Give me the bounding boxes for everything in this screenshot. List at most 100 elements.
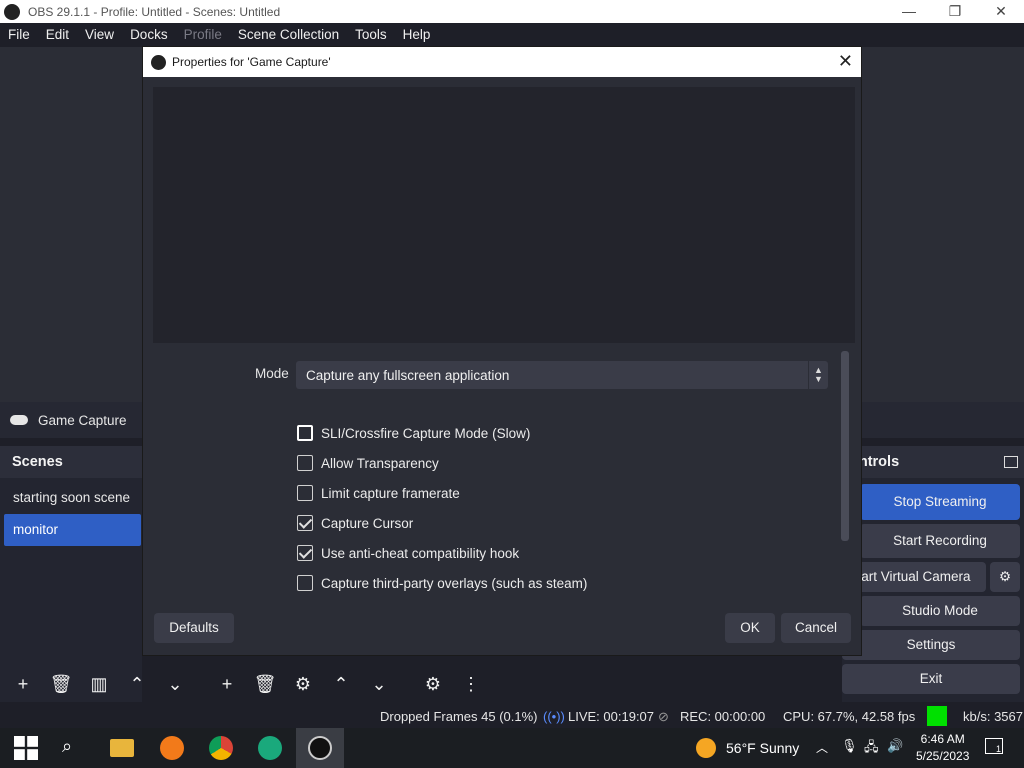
menu-bar: File Edit View Docks Profile Scene Colle… bbox=[0, 23, 1024, 47]
checkbox-label: Limit capture framerate bbox=[321, 485, 460, 501]
microphone-icon[interactable]: 🎙 bbox=[841, 738, 858, 754]
ok-button[interactable]: OK bbox=[725, 613, 775, 643]
mode-select[interactable]: Capture any fullscreen application ▲ ▼ bbox=[296, 361, 828, 389]
source-preview bbox=[153, 87, 855, 343]
windows-start-icon[interactable] bbox=[14, 736, 38, 760]
file-explorer-icon[interactable] bbox=[110, 739, 134, 757]
virtual-camera-settings-gear-icon[interactable]: ⚙ bbox=[990, 562, 1020, 592]
checkbox-allow-transparency[interactable]: Allow Transparency bbox=[297, 455, 439, 471]
volume-icon[interactable]: 🔊 bbox=[887, 738, 903, 754]
menu-help[interactable]: Help bbox=[395, 23, 439, 47]
settings-button[interactable]: Settings bbox=[842, 630, 1020, 660]
cancel-button[interactable]: Cancel bbox=[781, 613, 851, 643]
properties-scrollbar[interactable] bbox=[841, 351, 849, 541]
stop-streaming-button[interactable]: Stop Streaming bbox=[860, 484, 1020, 520]
start-recording-button[interactable]: Start Recording bbox=[860, 524, 1020, 558]
checkbox-box[interactable] bbox=[297, 485, 313, 501]
scenes-toolbar: + 🗑 ▥ ⌃ ⌄ bbox=[4, 668, 194, 700]
windows-taskbar: ⌕ 56°F Sunny ︿ 🎙 🖧 🔊 6:46 AM 5/25/2023 1 bbox=[0, 728, 1024, 768]
firefox-icon[interactable] bbox=[160, 736, 184, 760]
undock-icon[interactable] bbox=[1004, 456, 1018, 468]
minimize-button[interactable]: — bbox=[886, 0, 932, 23]
checkbox-label: Capture Cursor bbox=[321, 515, 414, 531]
status-bar: Dropped Frames 45 (0.1%) ((•)) LIVE: 00:… bbox=[0, 704, 1024, 728]
dialog-title-bar: Properties for 'Game Capture' ✕ bbox=[143, 47, 861, 77]
rec-icon: ⊘ bbox=[658, 709, 669, 724]
move-source-down-icon[interactable]: ⌄ bbox=[364, 670, 394, 698]
source-name: Game Capture bbox=[38, 412, 127, 428]
close-window-button[interactable]: ✕ bbox=[978, 0, 1024, 23]
maximize-button[interactable]: ❐ bbox=[932, 0, 978, 23]
move-scene-up-icon[interactable]: ⌃ bbox=[122, 670, 152, 698]
move-source-up-icon[interactable]: ⌃ bbox=[326, 670, 356, 698]
checkbox-label: SLI/Crossfire Capture Mode (Slow) bbox=[321, 425, 531, 441]
menu-edit[interactable]: Edit bbox=[38, 23, 77, 47]
sources-toolbar: + 🗑 ⚙ ⌃ ⌄ bbox=[208, 668, 398, 700]
add-source-plus-icon[interactable]: + bbox=[212, 670, 242, 698]
gamepad-icon bbox=[10, 415, 28, 425]
network-icon[interactable]: 🖧 bbox=[864, 738, 879, 760]
system-clock[interactable]: 6:46 AM 5/25/2023 bbox=[916, 731, 969, 765]
mode-label: Mode bbox=[255, 366, 289, 381]
chrome-icon[interactable] bbox=[209, 736, 233, 760]
properties-dialog: Properties for 'Game Capture' ✕ Mode Cap… bbox=[142, 46, 862, 656]
checkbox-sli-crossfire[interactable]: SLI/Crossfire Capture Mode (Slow) bbox=[297, 425, 530, 441]
checkbox-box[interactable] bbox=[297, 515, 313, 531]
menu-file[interactable]: File bbox=[0, 23, 38, 47]
checkbox-box[interactable] bbox=[297, 455, 313, 471]
scene-filters-icon[interactable]: ▥ bbox=[84, 670, 114, 698]
mode-value: Capture any fullscreen application bbox=[306, 367, 510, 383]
tray-chevron-up-icon[interactable]: ︿ bbox=[816, 739, 828, 756]
obs-taskbar-icon[interactable] bbox=[308, 736, 332, 760]
checkbox-label: Allow Transparency bbox=[321, 455, 439, 471]
dialog-title: Properties for 'Game Capture' bbox=[172, 55, 331, 69]
checkbox-limit-framerate[interactable]: Limit capture framerate bbox=[297, 485, 460, 501]
mixer-toolbar: ⚙ ⋮ bbox=[414, 668, 490, 700]
weather-sun-icon bbox=[696, 738, 716, 758]
checkbox-capture-cursor[interactable]: Capture Cursor bbox=[297, 515, 413, 531]
stream-health-indicator bbox=[927, 706, 947, 726]
scenes-dock: Scenes starting soon scene monitor bbox=[0, 446, 142, 702]
chevron-updown-icon: ▲ ▼ bbox=[808, 361, 828, 389]
audio-settings-gear-icon[interactable]: ⚙ bbox=[418, 670, 448, 698]
checkbox-box[interactable] bbox=[297, 545, 313, 561]
exit-button[interactable]: Exit bbox=[842, 664, 1020, 694]
bitrate: kb/s: 3567 bbox=[963, 709, 1023, 724]
live-timer: LIVE: 00:19:07 bbox=[568, 709, 655, 724]
move-scene-down-icon[interactable]: ⌄ bbox=[160, 670, 190, 698]
checkbox-label: Capture third-party overlays (such as st… bbox=[321, 575, 588, 591]
scene-item-active[interactable]: monitor bbox=[4, 514, 141, 546]
checkbox-box[interactable] bbox=[297, 425, 313, 441]
scene-item[interactable]: starting soon scene bbox=[0, 482, 142, 514]
search-icon[interactable]: ⌕ bbox=[62, 736, 86, 760]
start-virtual-camera-button[interactable]: tart Virtual Camera bbox=[842, 562, 986, 592]
obs-logo-icon bbox=[151, 54, 166, 70]
remove-scene-trash-icon[interactable]: 🗑 bbox=[46, 670, 76, 698]
controls-header: ontrols bbox=[842, 446, 1024, 478]
dropped-frames: Dropped Frames 45 (0.1%) bbox=[380, 709, 538, 724]
menu-profile[interactable]: Profile bbox=[176, 23, 230, 47]
obs-logo-icon bbox=[4, 3, 20, 20]
clock-time: 6:46 AM bbox=[920, 732, 965, 746]
checkbox-anti-cheat-hook[interactable]: Use anti-cheat compatibility hook bbox=[297, 545, 519, 561]
checkbox-third-party-overlays[interactable]: Capture third-party overlays (such as st… bbox=[297, 575, 587, 591]
checkbox-box[interactable] bbox=[297, 575, 313, 591]
window-title: OBS 29.1.1 - Profile: Untitled - Scenes:… bbox=[28, 4, 281, 19]
menu-docks[interactable]: Docks bbox=[122, 23, 176, 47]
menu-tools[interactable]: Tools bbox=[347, 23, 395, 47]
scenes-header: Scenes bbox=[0, 446, 142, 478]
weather-text[interactable]: 56°F Sunny bbox=[726, 740, 799, 756]
studio-mode-button[interactable]: Studio Mode bbox=[860, 596, 1020, 626]
source-properties-gear-icon[interactable]: ⚙ bbox=[288, 670, 318, 698]
checkbox-label: Use anti-cheat compatibility hook bbox=[321, 545, 520, 561]
notifications-icon[interactable]: 1 bbox=[985, 738, 1003, 754]
menu-view[interactable]: View bbox=[77, 23, 122, 47]
more-options-icon[interactable]: ⋮ bbox=[456, 670, 486, 698]
menu-scene-collection[interactable]: Scene Collection bbox=[230, 23, 347, 47]
defaults-button[interactable]: Defaults bbox=[154, 613, 234, 643]
window-title-bar: OBS 29.1.1 - Profile: Untitled - Scenes:… bbox=[0, 0, 1024, 23]
remove-source-trash-icon[interactable]: 🗑 bbox=[250, 670, 280, 698]
add-scene-plus-icon[interactable]: + bbox=[8, 670, 38, 698]
app-icon[interactable] bbox=[258, 736, 282, 760]
close-dialog-icon[interactable]: ✕ bbox=[838, 51, 853, 72]
